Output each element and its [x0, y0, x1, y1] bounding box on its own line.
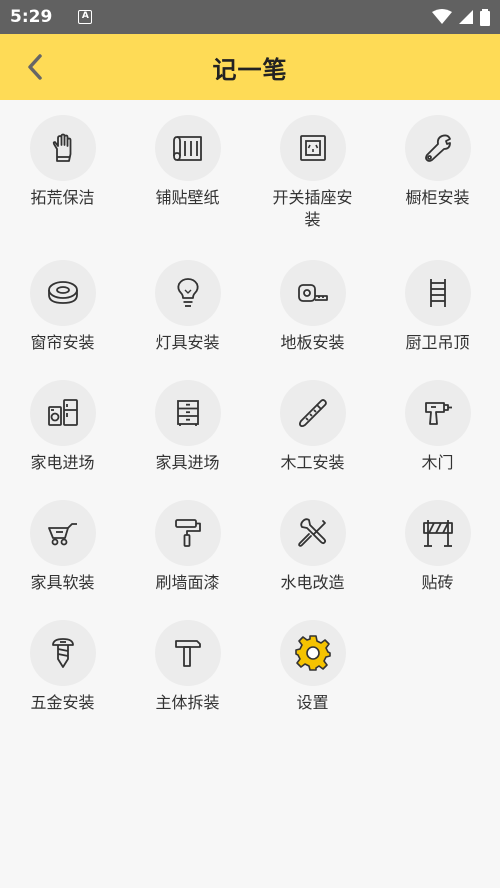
cabinet-icon: [176, 400, 199, 426]
category-item-plumbing-electrical[interactable]: 水电改造: [250, 485, 375, 605]
category-item-cabinet-install[interactable]: 橱柜安装: [375, 100, 500, 245]
icon-circle: [154, 260, 221, 326]
category-label: 地板安装: [280, 333, 345, 352]
notification-icon: A: [78, 10, 93, 24]
back-button[interactable]: [18, 50, 52, 84]
category-item-flooring[interactable]: 地板安装: [250, 245, 375, 365]
category-item-cleaning[interactable]: 拓荒保洁: [0, 100, 125, 245]
category-label: 设置: [296, 693, 329, 712]
category-item-tiling[interactable]: 贴砖: [375, 485, 500, 605]
tape-measure-icon: [297, 284, 328, 302]
drill-icon: [424, 402, 452, 425]
tape-roll-icon: [47, 281, 78, 304]
wrench-icon: [424, 134, 451, 162]
category-item-appliances[interactable]: 家电进场: [0, 365, 125, 485]
icon-circle: [29, 380, 96, 446]
icon-circle: [29, 500, 96, 566]
chevron-left-icon: [28, 54, 42, 80]
category-item-soft-furnishing[interactable]: 家具软装: [0, 485, 125, 605]
category-item-wall-painting[interactable]: 刷墙面漆: [125, 485, 250, 605]
category-item-ceiling[interactable]: 厨卫吊顶: [375, 245, 500, 365]
category-item-lighting[interactable]: 灯具安装: [125, 245, 250, 365]
category-label: 刷墙面漆: [155, 573, 220, 592]
status-time: 5:29: [10, 7, 53, 27]
category-item-hardware[interactable]: 五金安装: [0, 605, 125, 725]
category-item-settings[interactable]: 设置: [250, 605, 375, 725]
icon-circle: [154, 620, 221, 686]
icon-circle: [279, 380, 346, 446]
category-label: 厨卫吊顶: [405, 333, 470, 352]
signal-icon: [459, 10, 473, 24]
category-label: 灯具安装: [155, 333, 220, 352]
paint-roller-icon: [174, 519, 201, 547]
icon-circle: [29, 620, 96, 686]
socket-icon: [299, 135, 326, 161]
category-grid: 拓荒保洁 铺贴壁纸 开关插座安装 橱柜安装 窗帘安装 灯具安装 地板安装 厨卫吊…: [0, 100, 500, 725]
ladder-icon: [429, 279, 446, 307]
category-label: 铺贴壁纸: [155, 188, 220, 207]
icon-circle: [279, 260, 346, 326]
category-label: 窗帘安装: [30, 333, 95, 352]
saw-icon: [298, 399, 327, 428]
category-label: 贴砖: [421, 573, 454, 592]
glove-icon: [52, 133, 71, 162]
category-label: 主体拆装: [155, 693, 220, 712]
category-label: 家电进场: [30, 453, 95, 472]
page-title: 记一笔: [212, 55, 288, 84]
icon-circle: [154, 115, 221, 181]
category-label: 五金安装: [30, 693, 95, 712]
barrier-icon: [422, 520, 453, 547]
gear-icon: [294, 635, 331, 671]
category-item-wallpaper[interactable]: 铺贴壁纸: [125, 100, 250, 245]
category-label: 家具进场: [155, 453, 220, 472]
icon-circle: [29, 260, 96, 326]
category-item-socket[interactable]: 开关插座安装: [250, 100, 375, 245]
category-label: 木工安装: [280, 453, 345, 472]
category-item-curtain[interactable]: 窗帘安装: [0, 245, 125, 365]
icon-circle: [279, 115, 346, 181]
icon-circle: [404, 115, 471, 181]
icon-circle: [404, 500, 471, 566]
icon-circle: [29, 115, 96, 181]
category-label: 木门: [421, 453, 454, 472]
category-label: 橱柜安装: [405, 188, 470, 207]
screw-icon: [51, 638, 74, 668]
hammer-icon: [174, 640, 201, 667]
category-label: 拓荒保洁: [30, 188, 95, 207]
wallpaper-roll-icon: [172, 136, 202, 161]
category-label: 开关插座安装: [272, 188, 353, 229]
lightbulb-icon: [176, 278, 199, 307]
cart-icon: [47, 523, 77, 546]
category-item-carpentry[interactable]: 木工安装: [250, 365, 375, 485]
appliance-icon: [47, 399, 78, 426]
category-item-demolition[interactable]: 主体拆装: [125, 605, 250, 725]
icon-circle: [154, 500, 221, 566]
category-label: 家具软装: [30, 573, 95, 592]
icon-circle: [279, 620, 346, 686]
icon-circle: [404, 260, 471, 326]
icon-circle: [154, 380, 221, 446]
category-label: 水电改造: [280, 573, 345, 592]
icon-circle: [279, 500, 346, 566]
tools-icon: [297, 518, 326, 547]
wifi-icon: [432, 9, 452, 24]
battery-icon: [480, 8, 490, 26]
category-item-furniture-delivery[interactable]: 家具进场: [125, 365, 250, 485]
icon-circle: [404, 380, 471, 446]
app-bar: 记一笔: [0, 34, 500, 100]
status-bar: 5:29 A: [0, 0, 500, 34]
category-item-door[interactable]: 木门: [375, 365, 500, 485]
